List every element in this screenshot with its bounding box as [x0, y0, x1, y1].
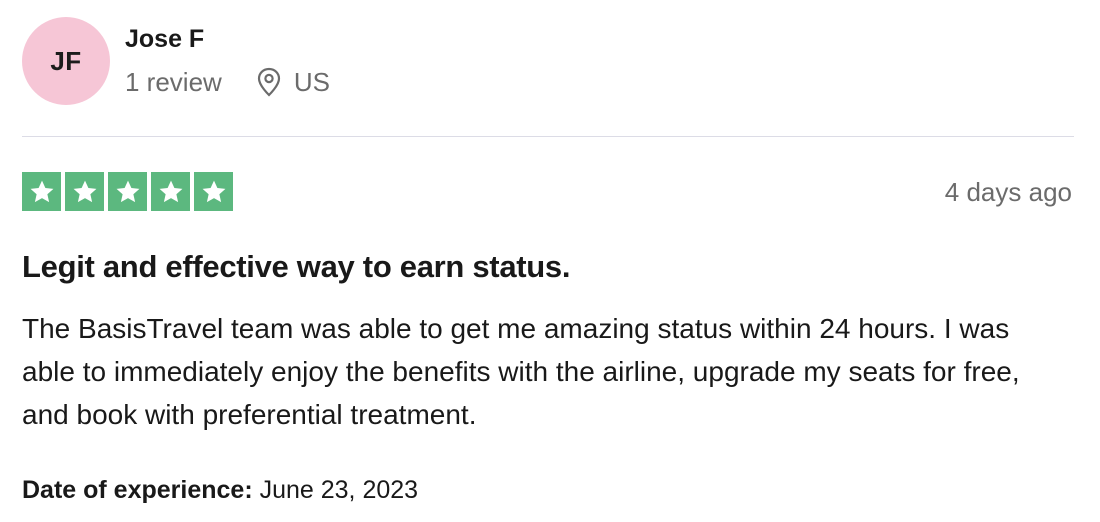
location-pin-icon [256, 67, 282, 97]
avatar-initials: JF [50, 45, 82, 76]
review-body: The BasisTravel team was able to get me … [22, 313, 1020, 430]
star-5 [194, 172, 233, 211]
review-count: 1 review [125, 66, 222, 97]
reviewer-name[interactable]: Jose F [125, 24, 204, 54]
star-icon [30, 180, 53, 202]
date-of-experience: Date of experience: June 23, 2023 [22, 474, 418, 506]
star-icon [159, 180, 182, 202]
star-1 [22, 172, 61, 211]
avatar[interactable]: JF [22, 17, 110, 105]
review-date-relative: 4 days ago [944, 177, 1072, 207]
date-of-experience-label: Date of experience: [22, 476, 253, 504]
star-4 [151, 172, 190, 211]
star-rating [22, 172, 233, 211]
star-icon [73, 180, 96, 202]
reviewer-meta: 1 review US [125, 66, 330, 98]
star-icon [202, 180, 225, 202]
divider [22, 136, 1074, 137]
review-title[interactable]: Legit and effective way to earn status. [22, 248, 570, 286]
reviewer-country: US [293, 66, 330, 97]
star-2 [65, 172, 104, 211]
star-icon [116, 180, 139, 202]
star-3 [108, 172, 147, 211]
date-of-experience-value: June 23, 2023 [259, 476, 419, 504]
